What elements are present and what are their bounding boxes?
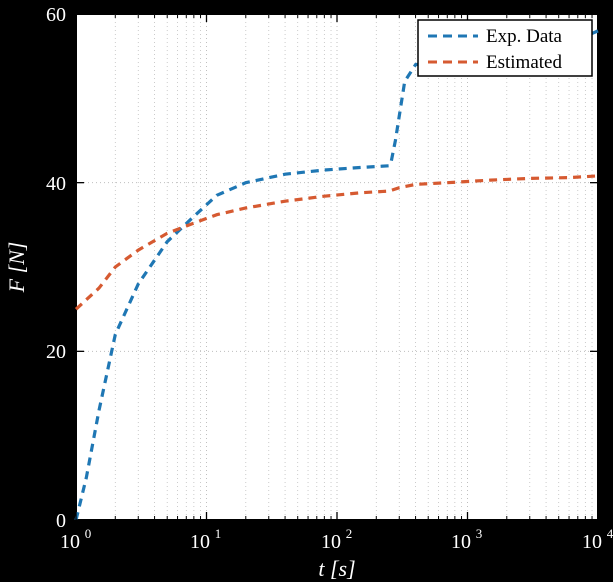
x-tick-label: 10 1 [190,526,221,553]
svg-text:10: 10 [190,531,210,553]
svg-text:3: 3 [476,526,483,541]
legend-item-label: Exp. Data [486,26,563,47]
x-tick-label: 10 4 [582,526,613,553]
svg-text:10: 10 [582,531,602,553]
svg-text:10: 10 [321,531,341,553]
y-axis-label: F [N] [4,242,29,294]
x-tick-label: 10 3 [451,526,482,553]
y-tick-labels: 0 20 40 60 [46,4,66,532]
line-chart: 0 20 40 60 10 0 10 1 10 2 10 3 10 4 t [s… [0,0,613,582]
x-tick-label: 10 2 [321,526,352,553]
svg-text:4: 4 [607,526,613,541]
y-tick-label: 0 [56,510,66,532]
y-tick-label: 60 [46,4,66,26]
legend: Exp. Data Estimated [418,20,592,76]
y-tick-label: 20 [46,341,66,363]
x-tick-label: 10 0 [60,526,91,553]
y-tick-label: 40 [46,173,66,195]
x-axis-label: t [s] [318,556,355,581]
legend-item-label: Estimated [486,52,562,73]
x-tick-labels: 10 0 10 1 10 2 10 3 10 4 [60,526,613,553]
svg-text:2: 2 [346,526,353,541]
svg-text:10: 10 [60,531,80,553]
svg-text:10: 10 [451,531,471,553]
svg-text:0: 0 [85,526,92,541]
svg-text:1: 1 [215,526,222,541]
